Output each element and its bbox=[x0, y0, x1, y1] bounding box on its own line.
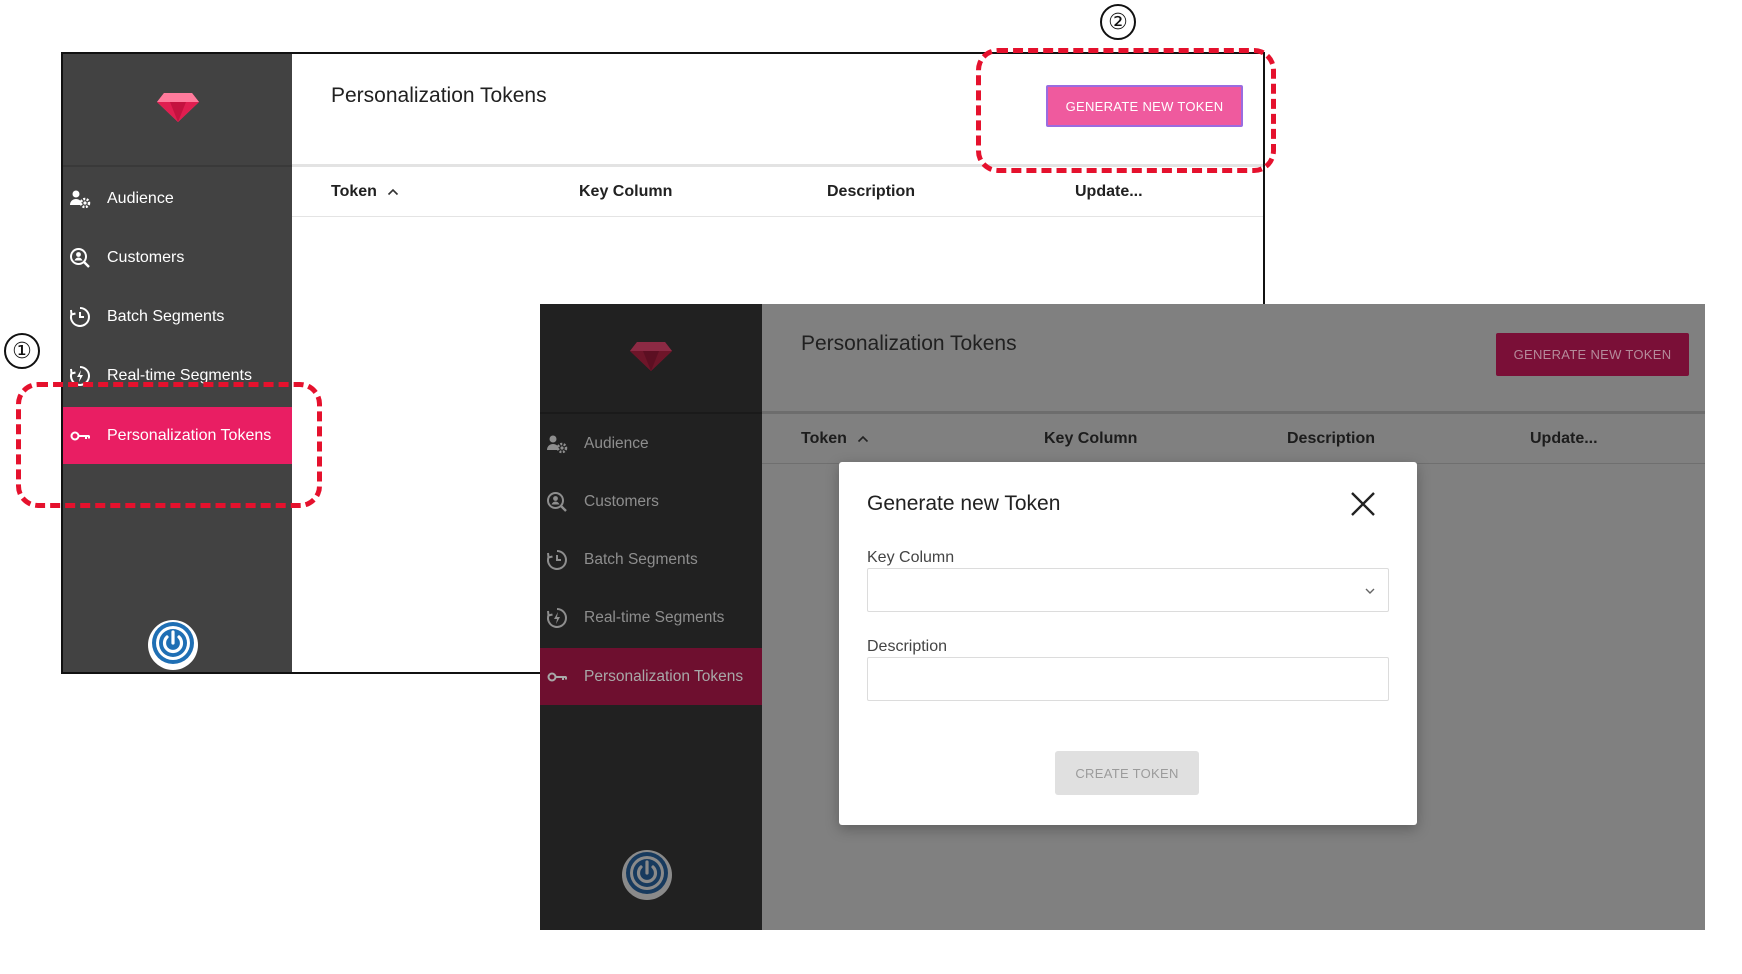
generate-new-token-button[interactable]: GENERATE NEW TOKEN bbox=[1046, 85, 1243, 127]
tokens-table-header: Token Key Column Description Update... bbox=[292, 167, 1263, 217]
sidebar-item-label: Personalization Tokens bbox=[107, 426, 272, 444]
dialog-title: Generate new Token bbox=[867, 492, 1061, 515]
chevron-up-icon bbox=[857, 435, 869, 443]
page-title: Personalization Tokens bbox=[331, 84, 547, 107]
content-header: Personalization Tokens GENERATE NEW TOKE… bbox=[762, 304, 1705, 414]
batch-clock-icon bbox=[69, 306, 91, 328]
key-icon bbox=[546, 666, 568, 688]
sidebar-item-label: Batch Segments bbox=[107, 307, 225, 325]
sidebar-item-label: Real-time Segments bbox=[107, 366, 252, 384]
logo-area bbox=[540, 304, 762, 414]
sidebar-item-audience[interactable]: Audience bbox=[63, 171, 292, 226]
column-header-description[interactable]: Description bbox=[827, 167, 915, 216]
column-header-key-column[interactable]: Key Column bbox=[579, 167, 672, 216]
sidebar-item-label: Personalization Tokens bbox=[584, 667, 744, 685]
sidebar-item-label: Audience bbox=[584, 435, 649, 452]
column-header-description[interactable]: Description bbox=[1287, 414, 1375, 463]
step-marker-1: ① bbox=[4, 333, 40, 369]
key-column-label: Key Column bbox=[867, 549, 955, 566]
batch-clock-icon bbox=[546, 549, 568, 571]
audience-gears-icon bbox=[546, 433, 568, 455]
chevron-down-icon bbox=[1364, 583, 1376, 601]
column-header-updated[interactable]: Update... bbox=[1075, 167, 1143, 216]
column-header-token[interactable]: Token bbox=[331, 167, 399, 216]
column-header-token[interactable]: Token bbox=[801, 414, 869, 463]
customer-search-icon bbox=[69, 247, 91, 269]
sidebar-item-label: Customers bbox=[584, 493, 659, 510]
sidebar-item-customers[interactable]: Customers bbox=[540, 476, 762, 528]
power-icon bbox=[625, 851, 669, 900]
create-token-button[interactable]: CREATE TOKEN bbox=[1055, 751, 1199, 795]
power-button[interactable] bbox=[622, 850, 672, 900]
sidebar-item-realtime-segments[interactable]: Real-time Segments bbox=[540, 592, 762, 644]
content-header: Personalization Tokens GENERATE NEW TOKE… bbox=[292, 54, 1263, 167]
description-input[interactable] bbox=[868, 658, 1388, 700]
ruby-gem-icon bbox=[629, 340, 673, 377]
page-title: Personalization Tokens bbox=[801, 332, 1017, 355]
sidebar-item-customers[interactable]: Customers bbox=[63, 230, 292, 285]
audience-gears-icon bbox=[69, 188, 91, 210]
sidebar-item-realtime-segments[interactable]: Real-time Segments bbox=[63, 348, 292, 403]
sidebar-item-label: Real-time Segments bbox=[584, 609, 725, 626]
step-marker-2: ② bbox=[1100, 4, 1136, 40]
power-button[interactable] bbox=[148, 620, 198, 670]
sidebar-item-personalization-tokens[interactable]: Personalization Tokens bbox=[63, 407, 292, 464]
column-header-updated[interactable]: Update... bbox=[1530, 414, 1598, 463]
power-icon bbox=[151, 621, 195, 670]
description-label: Description bbox=[867, 638, 948, 655]
sidebar-item-personalization-tokens[interactable]: Personalization Tokens bbox=[540, 648, 762, 705]
key-column-select[interactable] bbox=[867, 568, 1389, 612]
sidebar-item-batch-segments[interactable]: Batch Segments bbox=[540, 534, 762, 586]
chevron-up-icon bbox=[387, 188, 399, 196]
generate-token-dialog: Generate new Token Key Column Descriptio… bbox=[839, 462, 1417, 825]
sidebar-item-audience[interactable]: Audience bbox=[540, 418, 762, 470]
sidebar: Audience Customers Batch Segments Real-t… bbox=[63, 54, 292, 672]
customer-search-icon bbox=[546, 491, 568, 513]
realtime-bolt-icon bbox=[546, 607, 568, 629]
column-header-key-column[interactable]: Key Column bbox=[1044, 414, 1137, 463]
close-x-icon[interactable] bbox=[1347, 488, 1379, 520]
description-field-wrapper bbox=[867, 657, 1389, 701]
ruby-gem-icon bbox=[156, 91, 200, 128]
sidebar: Audience Customers Batch Segments Real-t… bbox=[540, 304, 762, 930]
tokens-table-header: Token Key Column Description Update... bbox=[762, 414, 1705, 464]
realtime-bolt-icon bbox=[69, 365, 91, 387]
sidebar-item-batch-segments[interactable]: Batch Segments bbox=[63, 289, 292, 344]
generate-new-token-button[interactable]: GENERATE NEW TOKEN bbox=[1496, 333, 1689, 376]
sidebar-item-label: Audience bbox=[107, 189, 174, 207]
logo-area bbox=[63, 54, 292, 167]
sidebar-item-label: Batch Segments bbox=[584, 551, 698, 568]
sidebar-item-label: Customers bbox=[107, 248, 185, 266]
column-label: Token bbox=[801, 429, 847, 447]
column-label: Token bbox=[331, 182, 377, 200]
key-icon bbox=[69, 425, 91, 447]
